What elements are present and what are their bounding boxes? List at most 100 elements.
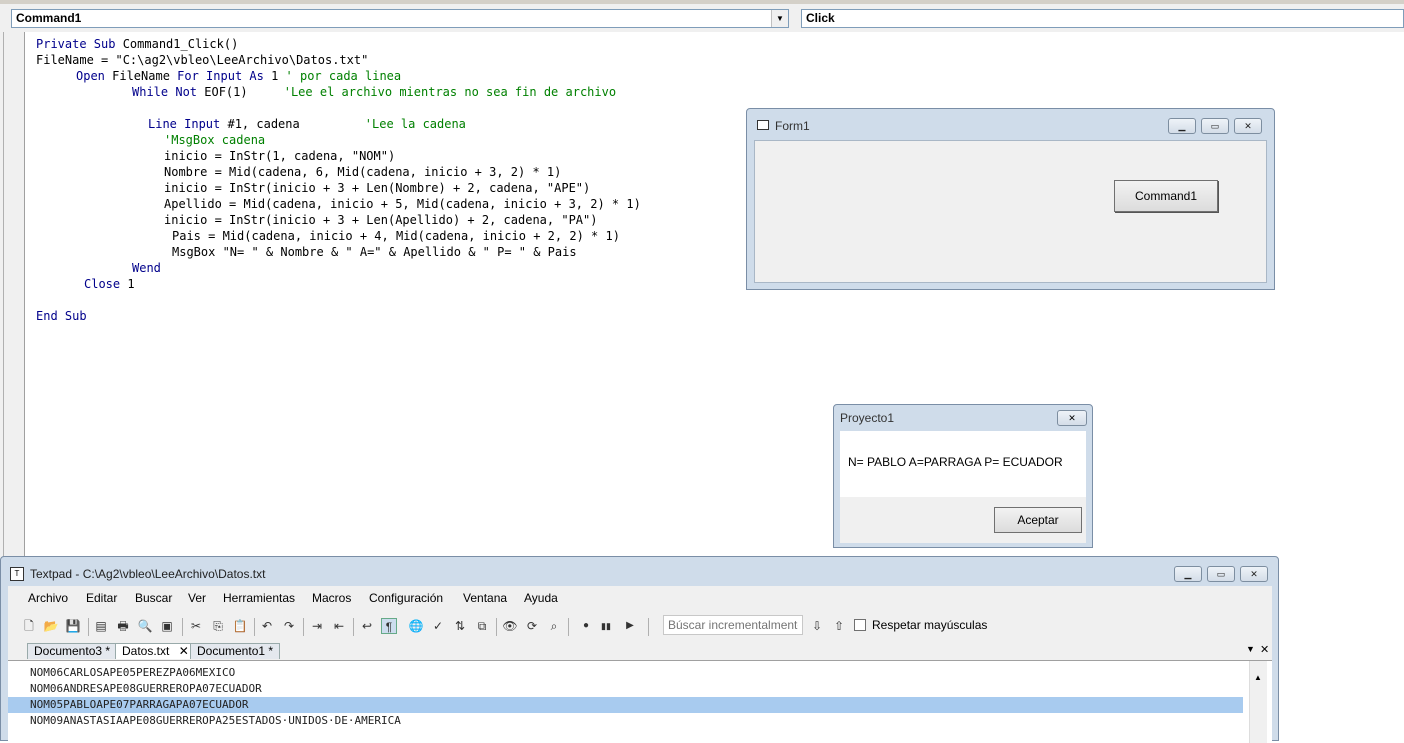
search-down-icon[interactable]: ⇩ <box>809 618 825 634</box>
code-line: inicio = InStr(inicio + 3 + Len(Apellido… <box>164 212 597 228</box>
close-icon[interactable]: ✕ <box>1260 643 1269 656</box>
ok-button[interactable]: Aceptar <box>994 507 1082 533</box>
command1-button[interactable]: Command1 <box>1114 180 1218 212</box>
textpad-editor[interactable]: NOM06CARLOSAPE05PEREZPA06MEXICO NOM06ANDR… <box>8 660 1272 743</box>
code-line: Nombre = Mid(cadena, 6, Mid(cadena, inic… <box>164 164 561 180</box>
match-case-checkbox[interactable] <box>854 619 866 631</box>
chevron-down-icon[interactable]: ▼ <box>1246 644 1255 654</box>
menu-archivo[interactable]: Archivo <box>28 591 68 605</box>
msgbox-title: Proyecto1 <box>840 411 895 425</box>
minimize-icon[interactable]: ▁ <box>1174 566 1202 582</box>
text-line[interactable]: NOM06ANDRESAPE08GUERREROPA07ECUADOR <box>8 681 1243 697</box>
maximize-icon[interactable]: ▭ <box>1201 118 1229 134</box>
vertical-scrollbar[interactable]: ▲ <box>1249 661 1267 743</box>
toolbar-separator <box>303 618 304 636</box>
code-line: While Not EOF(1) 'Lee el archivo mientra… <box>132 84 616 100</box>
code-token: 'Lee el archivo mientras no sea fin de a… <box>283 85 617 99</box>
code-line: FileName = "C:\ag2\vbleo\LeeArchivo\Dato… <box>36 52 368 68</box>
toolbar-separator <box>254 618 255 636</box>
form-icon <box>757 120 769 130</box>
form1-titlebar[interactable]: Form1 ▁ ▭ ✕ <box>747 109 1274 141</box>
incremental-search-input[interactable] <box>663 615 803 635</box>
form1-title: Form1 <box>775 119 810 133</box>
code-line: Open FileName For Input As 1 ' por cada … <box>76 68 401 84</box>
code-line: Pais = Mid(cadena, inicio + 4, Mid(caden… <box>172 228 620 244</box>
textpad-menubar: Archivo Editar Buscar Ver Herramientas M… <box>8 586 1272 610</box>
code-token: Apellido = Mid(cadena, inicio + 5, Mid(c… <box>164 197 641 211</box>
spell-check-icon[interactable]: ✓ <box>430 618 446 634</box>
indent-icon[interactable]: ⇥ <box>309 618 325 634</box>
pause-macro-icon[interactable]: ▮▮ <box>598 618 614 634</box>
menu-editar[interactable]: Editar <box>86 591 117 605</box>
document-properties-icon[interactable]: ▤ <box>93 618 109 634</box>
close-icon[interactable]: ✕ <box>1240 566 1268 582</box>
redo-icon[interactable]: ↷ <box>281 618 297 634</box>
procedure-combo[interactable]: Click <box>801 9 1404 28</box>
code-token: 'MsgBox cadena <box>164 133 266 147</box>
maximize-icon[interactable]: ▭ <box>1207 566 1235 582</box>
close-icon[interactable]: ✕ <box>1057 410 1087 426</box>
textpad-toolbar: 🗋 📂 💾 ▤ 🖶 🔍 ▣ ✂ ⎘ 📋 ↶ ↷ ⇥ ⇤ ↩ ¶ 🌐 ✓ ⇅ ⧉ … <box>8 610 1272 642</box>
copy-icon[interactable]: ⎘ <box>210 618 226 634</box>
menu-ver[interactable]: Ver <box>188 591 206 605</box>
tab-documento3[interactable]: Documento3 * <box>27 643 118 659</box>
print-preview-icon[interactable]: 🔍 <box>137 618 153 634</box>
find-in-files-icon[interactable]: ⌕ <box>546 618 562 634</box>
code-token: inicio = InStr(inicio + 3 + Len(Nombre) … <box>164 181 591 195</box>
menu-buscar[interactable]: Buscar <box>135 591 172 605</box>
text-line[interactable]: NOM06CARLOSAPE05PEREZPA06MEXICO <box>8 665 1243 681</box>
web-browser-icon[interactable]: 🌐 <box>408 618 424 634</box>
word-wrap-icon[interactable]: ↩ <box>359 618 375 634</box>
object-combo[interactable]: Command1 ▼ <box>11 9 789 28</box>
new-file-icon[interactable]: 🗋 <box>21 618 37 634</box>
scroll-up-icon[interactable]: ▲ <box>1254 673 1262 682</box>
compare-icon[interactable]: ⧉ <box>474 618 490 634</box>
code-token: Private Sub <box>36 37 123 51</box>
close-icon[interactable]: ✕ <box>1234 118 1262 134</box>
tab-documento1[interactable]: Documento1 * <box>190 643 281 659</box>
close-icon[interactable]: ✕ <box>179 644 189 658</box>
text-line[interactable]: NOM05PABLOAPE07PARRAGAPA07ECUADOR <box>8 697 1243 713</box>
sort-icon[interactable]: ⇅ <box>452 618 468 634</box>
toolbar-separator <box>568 618 569 636</box>
code-token: Close <box>84 277 128 291</box>
code-token: Wend <box>132 261 161 275</box>
code-token: MsgBox "N= " & Nombre & " A=" & Apellido… <box>172 245 577 259</box>
tab-datos[interactable]: Datos.txt ✕ <box>115 643 196 659</box>
search-up-icon[interactable]: ⇧ <box>831 618 847 634</box>
minimize-icon[interactable]: ▁ <box>1168 118 1196 134</box>
save-icon[interactable]: 💾 <box>65 618 81 634</box>
open-file-icon[interactable]: 📂 <box>43 618 59 634</box>
code-token: End Sub <box>36 309 87 323</box>
msgbox-message: N= PABLO A=PARRAGA P= ECUADOR <box>848 455 1063 469</box>
menu-herramientas[interactable]: Herramientas <box>223 591 295 605</box>
object-combo-value: Command1 <box>16 11 82 25</box>
print-icon[interactable]: 🖶 <box>115 618 131 634</box>
code-line: MsgBox "N= " & Nombre & " A=" & Apellido… <box>172 244 577 260</box>
menu-configuracion[interactable]: Configuración <box>369 591 443 605</box>
code-token: Open <box>76 69 113 83</box>
play-macro-icon[interactable]: ▶ <box>622 618 638 634</box>
code-margin <box>0 32 25 562</box>
code-line: Line Input #1, cadena 'Lee la cadena <box>148 116 466 132</box>
code-token: inicio = InStr(1, cadena, "NOM") <box>164 149 396 163</box>
menu-ayuda[interactable]: Ayuda <box>524 591 558 605</box>
find-icon[interactable]: 👁 <box>502 618 518 634</box>
code-token: 1 <box>271 69 286 83</box>
show-whitespace-icon[interactable]: ¶ <box>381 618 397 634</box>
paste-icon[interactable]: 📋 <box>232 618 248 634</box>
replace-icon[interactable]: ⟳ <box>524 618 540 634</box>
cut-icon[interactable]: ✂ <box>188 618 204 634</box>
code-line: inicio = InStr(1, cadena, "NOM") <box>164 148 395 164</box>
outdent-icon[interactable]: ⇤ <box>331 618 347 634</box>
menu-macros[interactable]: Macros <box>312 591 351 605</box>
textpad-title: Textpad - C:\Ag2\vbleo\LeeArchivo\Datos.… <box>30 567 266 581</box>
undo-icon[interactable]: ↶ <box>259 618 275 634</box>
menu-ventana[interactable]: Ventana <box>463 591 507 605</box>
toolbar-separator <box>182 618 183 636</box>
text-line[interactable]: NOM09ANASTASIAAPE08GUERREROPA25ESTADOS·U… <box>8 713 1243 729</box>
code-line: Private Sub Command1_Click() <box>36 36 238 52</box>
chevron-down-icon[interactable]: ▼ <box>771 10 788 27</box>
record-macro-icon[interactable]: ● <box>578 618 594 634</box>
page-setup-icon[interactable]: ▣ <box>159 618 175 634</box>
